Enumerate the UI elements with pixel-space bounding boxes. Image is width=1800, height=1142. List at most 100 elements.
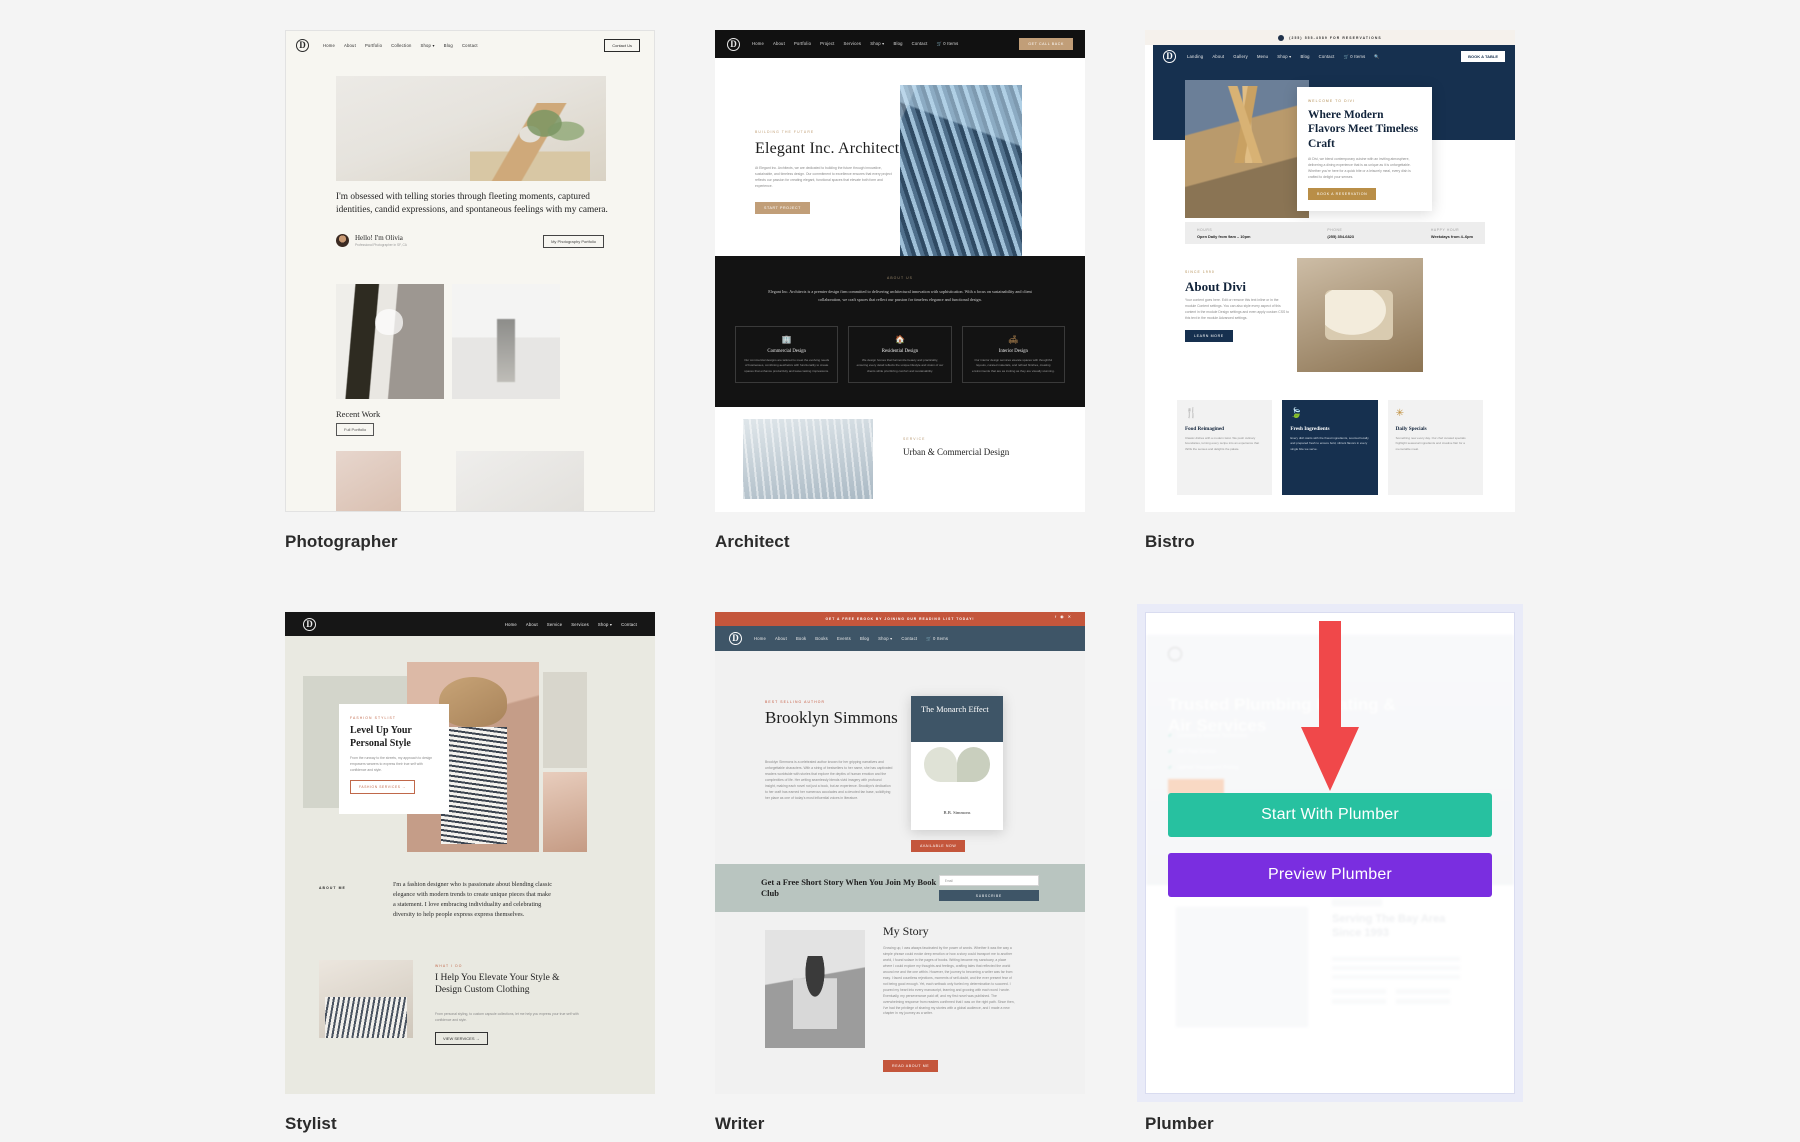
layout-card-bistro[interactable]: (255) 555-4589 FOR RESERVATIONS D Landin…: [1145, 30, 1515, 552]
check-icon: ✔: [1168, 765, 1173, 771]
layout-label-stylist: Stylist: [285, 1114, 337, 1133]
newsletter-form: Email SUBSCRIBE: [938, 875, 1039, 901]
subscribe-button: SUBSCRIBE: [938, 890, 1039, 901]
layout-preview-stylist[interactable]: D Home About Service Services Shop ▾ Con…: [285, 612, 655, 1094]
about-image: [1297, 258, 1423, 372]
view-services-button: VIEW SERVICES →: [435, 1032, 488, 1045]
body-paragraph: [1332, 957, 1460, 984]
hero-eyebrow: BUILDING THE FUTURE: [755, 130, 815, 134]
feature-title: Daily Specials: [1395, 426, 1427, 432]
layout-label-bistro: Bistro: [1145, 532, 1195, 551]
service-text: Our interior design services elevate spa…: [972, 358, 1055, 373]
check-icon: ✔: [1168, 733, 1173, 739]
full-portfolio-button: Full Portfolio: [336, 423, 375, 436]
side-image-1: [543, 672, 587, 768]
book-title: The Monarch Effect: [911, 696, 1003, 742]
hero-building-image: [900, 85, 1022, 257]
hero-heading: Elegant Inc. Architects: [755, 140, 906, 157]
brand-badge-icon: [1168, 647, 1182, 661]
divi-logo-icon: D: [727, 37, 740, 51]
service-box: 🛋 Interior Design Our interior design se…: [961, 326, 1065, 384]
home-icon: 🏠: [895, 335, 905, 344]
site-preview-photographer: D Home About Portfolio Collection Shop ▾…: [286, 31, 654, 511]
facebook-icon: f: [1055, 614, 1057, 619]
hero-bullet: ✔ 24/7 Fast Service: [1168, 749, 1217, 755]
layout-preview-writer[interactable]: GET A FREE EBOOK BY JOINING OUR READING …: [715, 612, 1085, 1094]
available-now-button: AVAILABLE NOW: [911, 840, 966, 852]
preview-nav-links: Landing About Gallery Menu Shop ▾ Blog C…: [1187, 53, 1380, 59]
cutlery-icon: 🍴: [1185, 408, 1198, 419]
hero-quote: I'm obsessed with telling stories throug…: [336, 192, 608, 216]
footer-eyebrow: SERVICE: [903, 437, 926, 441]
feature-title: Fresh Ingredients: [1290, 426, 1330, 432]
layout-label-plumber: Plumber: [1145, 1114, 1214, 1133]
commercial-building-icon: 🏢: [781, 335, 792, 344]
interior-icon: 🛋: [1008, 335, 1019, 344]
layout-card-photographer[interactable]: D Home About Portfolio Collection Shop ▾…: [285, 30, 655, 552]
announcement-text: (255) 555-4589 FOR RESERVATIONS: [1289, 35, 1382, 40]
book-author: B.B. Simmons: [943, 810, 971, 815]
hero-card: WELCOME TO DIVI Where Modern Flavors Mee…: [1297, 87, 1432, 211]
layout-preview-photographer[interactable]: D Home About Portfolio Collection Shop ▾…: [285, 30, 655, 512]
about-eyebrow: ABOUT ME: [319, 886, 346, 890]
feature-box: ✳ Daily Specials Something new every day…: [1387, 400, 1483, 495]
fashion-services-button: FASHION SERVICES →: [350, 779, 416, 794]
preview-navbar: D Home About Portfolio Collection Shop ▾…: [286, 31, 654, 53]
newsletter-heading: Get a Free Short Story When You Join My …: [761, 876, 937, 898]
get-quote-button: [1168, 779, 1224, 794]
feature-title: Food Reimagined: [1185, 426, 1225, 432]
leaf-icon: 🍃: [1290, 408, 1303, 419]
service-text: We design homes that harmonize beauty an…: [856, 358, 944, 373]
preview-plumber-button[interactable]: Preview Plumber: [1168, 853, 1492, 897]
story-heading: My Story: [883, 924, 929, 938]
layout-label-writer: Writer: [715, 1114, 765, 1133]
body-image: [1176, 907, 1308, 1027]
layout-card-stylist[interactable]: D Home About Service Services Shop ▾ Con…: [285, 612, 655, 1134]
layout-label-photographer: Photographer: [285, 532, 398, 551]
learn-more-button: LEARN MORE: [1185, 330, 1233, 342]
about-paragraph: Your content goes here. Edit or remove t…: [1185, 298, 1290, 320]
hero-paragraph: At Elegant Inc. Architects, we are dedic…: [755, 166, 892, 188]
avatar: [336, 234, 349, 247]
read-about-me-button: READ ABOUT ME: [883, 1060, 939, 1072]
side-image-2: [543, 772, 587, 852]
layout-card-writer[interactable]: GET A FREE EBOOK BY JOINING OUR READING …: [715, 612, 1085, 1134]
hero-eyebrow: BEST SELLING AUTHOR: [765, 700, 826, 704]
body-section: Serving The Bay Area Since 1993: [1146, 885, 1514, 1093]
hero-paragraph: From the runway to the streets, my appro…: [350, 756, 433, 772]
layout-preview-plumber[interactable]: Trusted Plumbing Heating & Air Services …: [1145, 612, 1515, 1094]
newsletter-section: Get a Free Short Story When You Join My …: [715, 864, 1085, 912]
layout-pack-grid: D Home About Portfolio Collection Shop ▾…: [285, 30, 1525, 1134]
social-icons: f ◉ ✕: [1055, 614, 1071, 619]
author-role: Professional Photographer in SF, CA: [355, 243, 407, 247]
divi-logo-icon: D: [296, 38, 309, 52]
story-image: [765, 930, 865, 1048]
about-paragraph: Elegant Inc. Architects is a premier des…: [768, 289, 1032, 302]
bottom-paragraph: From personal styling, to custom capsule…: [435, 1012, 579, 1022]
site-preview-writer: GET A FREE EBOOK BY JOINING OUR READING …: [715, 612, 1085, 1094]
story-paragraph: Growing up, I was always fascinated by t…: [883, 946, 1015, 1016]
plumber-action-buttons: Start With Plumber Preview Plumber: [1168, 793, 1492, 897]
site-preview-stylist: D Home About Service Services Shop ▾ Con…: [285, 612, 655, 1094]
about-eyebrow: SINCE 1990: [1185, 270, 1215, 274]
feature-box: 🍴 Food Reimagined Classic dishes with a …: [1177, 400, 1273, 495]
layout-card-plumber[interactable]: Trusted Plumbing Heating & Air Services …: [1145, 612, 1515, 1134]
star-icon: ✳: [1395, 408, 1405, 419]
layout-preview-architect[interactable]: D Home About Portfolio Project Services …: [715, 30, 1085, 512]
about-eyebrow: ABOUT US: [886, 276, 914, 280]
hero-bullet: ✔ Upfront Transparent Pricing: [1168, 765, 1239, 771]
site-preview-architect: D Home About Portfolio Project Services …: [715, 30, 1085, 512]
hero-heading: Level Up Your Personal Style: [350, 725, 412, 749]
feature-text: Something new every day. Our chef curate…: [1395, 436, 1466, 451]
bottom-image-2: [456, 451, 584, 511]
service-title: Commercial Design: [767, 349, 806, 354]
gallery-image-1: [336, 284, 444, 399]
gallery-image-2: [452, 284, 560, 399]
feature-boxes: 🍴 Food Reimagined Classic dishes with a …: [1177, 400, 1483, 495]
start-with-plumber-button[interactable]: Start With Plumber: [1168, 793, 1492, 837]
layout-card-architect[interactable]: D Home About Portfolio Project Services …: [715, 30, 1085, 552]
divi-logo-icon: D: [303, 617, 316, 631]
preview-nav-cta: Contact Us: [604, 39, 640, 52]
hero-eyebrow: FASHION STYLIST: [350, 716, 397, 720]
layout-preview-bistro[interactable]: (255) 555-4589 FOR RESERVATIONS D Landin…: [1145, 30, 1515, 512]
